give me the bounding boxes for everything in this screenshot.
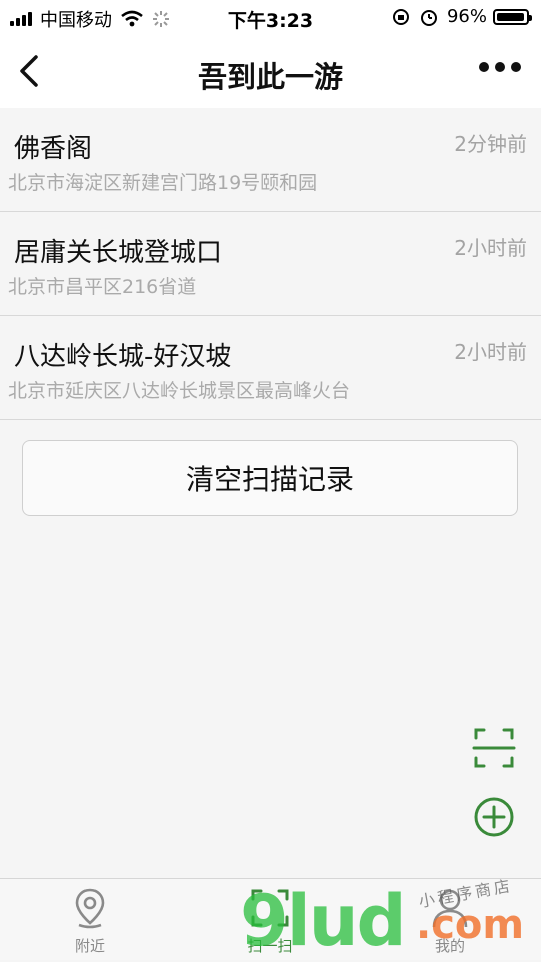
record-address: 北京市昌平区216省道 — [8, 276, 197, 298]
location-pin-icon — [75, 888, 105, 929]
record-time: 2分钟前 — [454, 132, 527, 156]
more-button[interactable] — [479, 62, 521, 72]
add-fab-button[interactable] — [472, 795, 516, 839]
clear-records-button[interactable]: 清空扫描记录 — [22, 440, 518, 516]
list-item[interactable]: 居庸关长城登城口 2小时前 北京市昌平区216省道 — [0, 212, 541, 316]
tab-label: 我的 — [434, 937, 465, 955]
scan-fab-button[interactable] — [472, 726, 516, 770]
nav-bar: 吾到此一游 — [0, 36, 541, 108]
user-icon — [432, 889, 468, 928]
dot-icon — [495, 62, 505, 72]
tab-scan[interactable]: 扫一扫 — [210, 885, 330, 959]
page-title: 吾到此一游 — [197, 60, 343, 94]
dot-icon — [511, 62, 521, 72]
scan-icon — [472, 728, 516, 768]
rotation-lock-icon — [392, 8, 409, 25]
alarm-icon — [420, 9, 437, 26]
tab-label: 扫一扫 — [247, 937, 293, 955]
record-time: 2小时前 — [454, 236, 527, 260]
scan-record-list: 佛香阁 2分钟前 北京市海淀区新建宫门路19号颐和园 居庸关长城登城口 2小时前… — [0, 108, 541, 420]
tab-nearby[interactable]: 附近 — [30, 885, 150, 959]
dot-icon — [479, 62, 489, 72]
record-name: 居庸关长城登城口 — [14, 238, 223, 268]
plus-circle-icon — [474, 797, 514, 837]
record-name: 佛香阁 — [14, 134, 93, 164]
tab-mine[interactable]: 我的 — [390, 885, 510, 959]
status-bar: 中国移动 下午3:23 96% — [0, 0, 541, 36]
record-address: 北京市海淀区新建宫门路19号颐和园 — [8, 172, 318, 194]
record-address: 北京市延庆区八达岭长城景区最高峰火台 — [8, 380, 351, 402]
list-item[interactable]: 佛香阁 2分钟前 北京市海淀区新建宫门路19号颐和园 — [0, 108, 541, 212]
scan-icon — [251, 889, 289, 927]
record-time: 2小时前 — [454, 340, 527, 364]
tab-label: 附近 — [74, 937, 105, 955]
status-right: 96% — [391, 6, 532, 27]
record-name: 八达岭长城-好汉坡 — [14, 342, 232, 372]
battery-percent: 96% — [446, 6, 487, 27]
list-item[interactable]: 八达岭长城-好汉坡 2小时前 北京市延庆区八达岭长城景区最高峰火台 — [0, 316, 541, 420]
tab-bar: 附近 扫一扫 我的 — [0, 878, 541, 960]
battery-icon — [493, 8, 532, 25]
